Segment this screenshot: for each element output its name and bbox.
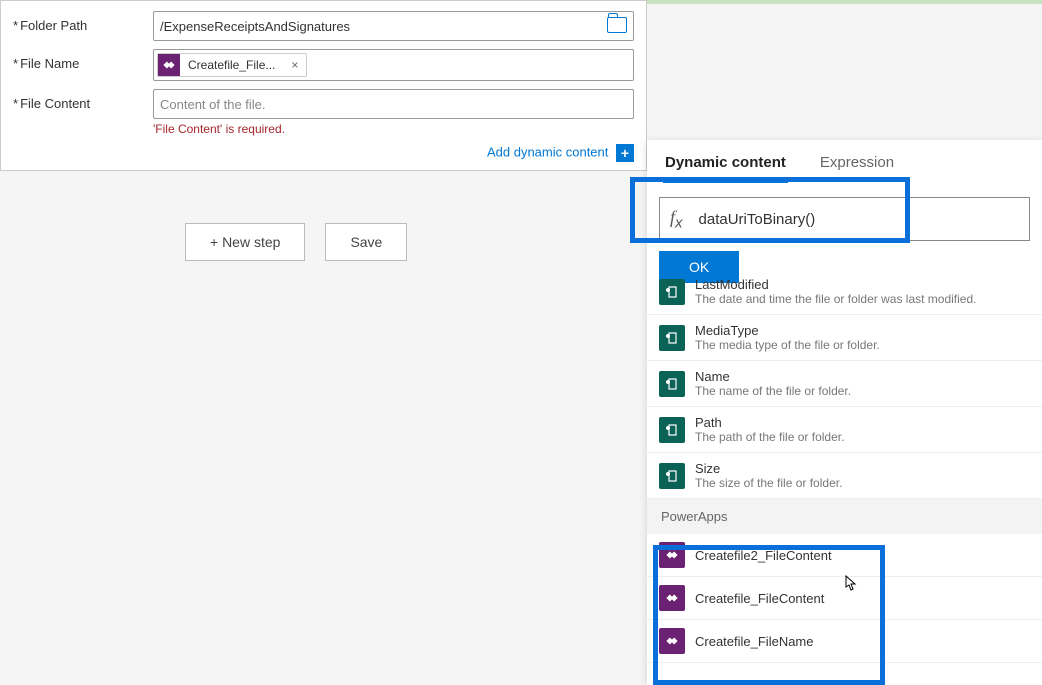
pa-item-createfile-filename[interactable]: Createfile_FileName [647,620,1042,663]
tab-expression[interactable]: Expression [818,148,896,183]
folder-path-input[interactable]: /ExpenseReceiptsAndSignatures [153,11,634,41]
dynamic-content-panel: Dynamic content Expression fx dataUriToB… [647,140,1042,685]
cursor-icon [842,575,858,595]
sharepoint-icon [659,279,685,305]
sharepoint-icon [659,325,685,351]
dc-item-title: MediaType [695,323,880,338]
powerapps-icon [659,542,685,568]
pa-item-title: Createfile2_FileContent [695,548,832,563]
dc-item-name[interactable]: Name The name of the file or folder. [647,361,1042,407]
dc-item-size[interactable]: Size The size of the file or folder. [647,453,1042,499]
dc-item-desc: The name of the file or folder. [695,384,851,398]
add-dynamic-content-link[interactable]: Add dynamic content [487,144,608,159]
dc-item-desc: The date and time the file or folder was… [695,292,976,306]
dc-item-title: Path [695,415,844,430]
tab-dynamic-content[interactable]: Dynamic content [663,148,788,183]
new-step-button[interactable]: + New step [185,223,305,261]
expression-value: dataUriToBinary() [699,211,816,228]
dc-item-lastmodified[interactable]: LastModified The date and time the file … [647,275,1042,315]
dc-item-title: Size [695,461,842,476]
folder-picker-icon[interactable] [607,17,627,33]
powerapps-icon [659,585,685,611]
file-name-input[interactable]: Createfile_File... × [153,49,634,81]
dc-item-desc: The media type of the file or folder. [695,338,880,352]
dc-item-title: Name [695,369,851,384]
token-label: Createfile_File... [180,58,283,72]
dc-item-title: LastModified [695,277,976,292]
file-content-placeholder: Content of the file. [160,97,266,112]
fx-icon: fx [670,207,683,232]
pa-item-createfile2-filecontent[interactable]: Createfile2_FileContent [647,534,1042,577]
label-folder-path: Folder Path [13,11,153,33]
powerapps-icon [158,54,180,76]
file-content-error: 'File Content' is required. [153,122,634,136]
dc-item-path[interactable]: Path The path of the file or folder. [647,407,1042,453]
add-dynamic-content-button[interactable]: + [616,144,634,162]
token-remove-icon[interactable]: × [283,58,306,72]
action-card: Folder Path /ExpenseReceiptsAndSignature… [0,0,647,171]
expression-input[interactable]: fx dataUriToBinary() [659,197,1030,241]
powerapps-icon [659,628,685,654]
dc-item-mediatype[interactable]: MediaType The media type of the file or … [647,315,1042,361]
dynamic-token[interactable]: Createfile_File... × [157,53,307,77]
pa-item-title: Createfile_FileName [695,634,814,649]
folder-path-value: /ExpenseReceiptsAndSignatures [160,19,350,34]
save-button[interactable]: Save [325,223,407,261]
dc-item-desc: The size of the file or folder. [695,476,842,490]
label-file-name: File Name [13,49,153,71]
label-file-content: File Content [13,89,153,111]
sharepoint-icon [659,371,685,397]
file-content-input[interactable]: Content of the file. [153,89,634,119]
pa-item-title: Createfile_FileContent [695,591,824,606]
section-powerapps: PowerApps [647,499,1042,534]
dc-item-desc: The path of the file or folder. [695,430,844,444]
sharepoint-icon [659,417,685,443]
sharepoint-icon [659,463,685,489]
